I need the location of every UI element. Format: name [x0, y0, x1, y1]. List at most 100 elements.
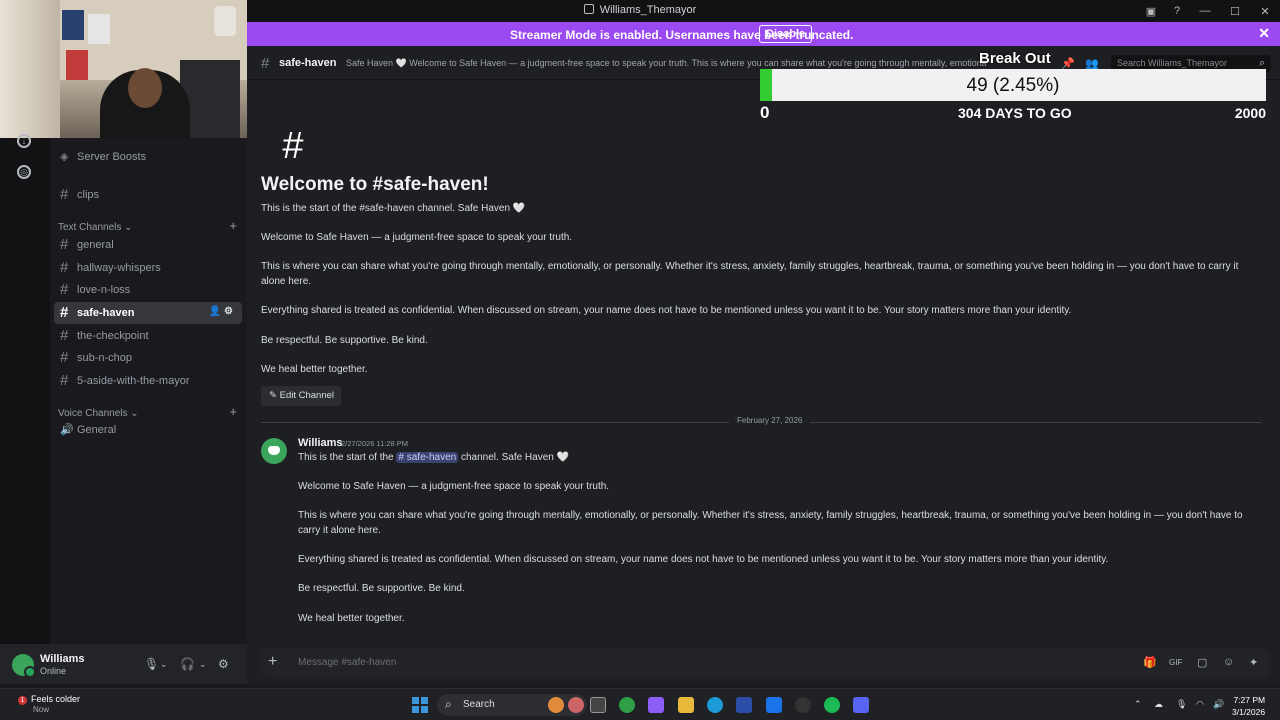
- task-view-icon[interactable]: [590, 697, 606, 713]
- voice-channels-category[interactable]: Voice Channels ⌄: [58, 408, 139, 419]
- channel-item-sub-n-chop[interactable]: # sub-n-chop: [54, 347, 242, 369]
- obs-icon[interactable]: [795, 697, 811, 713]
- store-icon[interactable]: [736, 697, 752, 713]
- channel-item-safe-haven[interactable]: # safe-haven 👤⚙: [54, 302, 242, 324]
- system-clock[interactable]: 7:27 PM 3/1/2026: [1232, 694, 1265, 718]
- hash-icon: #: [60, 372, 69, 389]
- date-divider: February 27, 2026: [261, 416, 1261, 425]
- weather-widget[interactable]: 1 Feels colder Now: [18, 694, 80, 714]
- user-name: Williams: [40, 653, 85, 665]
- inbox-icon[interactable]: ▣: [1138, 5, 1164, 18]
- maximize-button[interactable]: ☐: [1220, 5, 1250, 18]
- avatar[interactable]: [12, 654, 36, 678]
- goal-max: 2000: [1234, 105, 1266, 121]
- server-boosts-item[interactable]: ◈ Server Boosts: [54, 146, 242, 168]
- stream-goal-overlay: Break Out 49 (2.45%) 0 304 DAYS TO GO 20…: [760, 50, 1270, 122]
- wifi-icon[interactable]: ◠: [1196, 699, 1204, 710]
- add-voice-channel-button[interactable]: +: [229, 404, 237, 419]
- channel-mention[interactable]: # safe-haven: [396, 452, 459, 463]
- goal-min: 0: [760, 103, 770, 122]
- voice-channel-general[interactable]: 🔊 General: [54, 419, 242, 441]
- edit-channel-button[interactable]: ✎ Edit Channel: [261, 386, 341, 406]
- sticker-icon[interactable]: ▢: [1197, 656, 1207, 669]
- channel-item-hallway-whispers[interactable]: # hallway-whispers: [54, 257, 242, 279]
- chevron-up-icon[interactable]: ⌃: [1134, 699, 1142, 710]
- streamer-mode-banner: Streamer Mode is enabled. Usernames have…: [247, 22, 1280, 46]
- emoji-icon[interactable]: ☺: [1223, 656, 1234, 668]
- apps-icon[interactable]: ✦: [1249, 656, 1258, 669]
- message-paragraph: We heal better together.: [298, 613, 405, 624]
- close-icon[interactable]: ✕: [1258, 25, 1270, 42]
- alert-icon: 1: [18, 696, 27, 705]
- close-window-button[interactable]: ✕: [1250, 5, 1280, 18]
- download-icon[interactable]: ↓: [17, 134, 31, 148]
- user-status: Online: [40, 666, 67, 676]
- add-attachment-icon[interactable]: +: [268, 653, 277, 671]
- widget-app-icon[interactable]: [568, 697, 584, 713]
- hash-icon: #: [60, 259, 69, 276]
- discover-icon[interactable]: ◎: [17, 165, 31, 179]
- hash-icon: #: [60, 349, 69, 366]
- message-paragraph: Be respectful. Be supportive. Be kind.: [298, 583, 465, 594]
- minimize-button[interactable]: —: [1190, 5, 1220, 17]
- channel-hash-icon: #: [282, 125, 304, 167]
- widget-app-icon[interactable]: [548, 697, 564, 713]
- pencil-icon: ✎: [269, 390, 280, 401]
- webcam-feed: [0, 0, 247, 138]
- hash-icon: #: [60, 304, 69, 321]
- disable-streamer-mode-button[interactable]: Disable: [759, 25, 813, 43]
- channel-item-5-aside-with-the-mayor[interactable]: # 5-aside-with-the-mayor: [54, 370, 242, 392]
- discord-icon[interactable]: [853, 697, 869, 713]
- goal-days-remaining: 304 DAYS TO GO: [958, 105, 1072, 121]
- add-text-channel-button[interactable]: +: [229, 218, 237, 233]
- welcome-title: Welcome to #safe-haven!: [261, 174, 489, 195]
- taskbar-search[interactable]: Search: [437, 694, 587, 716]
- volume-icon[interactable]: 🔊: [1213, 699, 1224, 710]
- user-panel: Williams Online 🎙 ⌄ 🎧 ⌄ ⚙: [0, 644, 247, 684]
- copilot-icon[interactable]: [648, 697, 664, 713]
- gif-icon[interactable]: GIF: [1169, 658, 1182, 667]
- chrome-icon[interactable]: [619, 697, 635, 713]
- message-input[interactable]: Message #safe-haven: [298, 657, 396, 668]
- server-rail: ↓ ◎: [0, 134, 50, 644]
- boost-icon: ◈: [60, 151, 69, 163]
- channel-name: safe-haven: [279, 57, 337, 69]
- channel-item-the-checkpoint[interactable]: # the-checkpoint: [54, 325, 242, 347]
- message-composer[interactable]: + Message #safe-haven 🎁 GIF ▢ ☺ ✦: [261, 649, 1269, 677]
- channel-item-love-n-loss[interactable]: # love-n-loss: [54, 279, 242, 301]
- chevron-down-icon[interactable]: ⌄: [160, 659, 168, 670]
- edge-icon[interactable]: [707, 697, 723, 713]
- message-author[interactable]: Williams: [298, 437, 343, 449]
- welcome-paragraph: Everything shared is treated as confiden…: [261, 305, 1072, 316]
- app-icon: [583, 4, 594, 14]
- mail-icon[interactable]: [766, 697, 782, 713]
- spotify-icon[interactable]: [824, 697, 840, 713]
- hash-icon: #: [60, 236, 69, 253]
- hash-icon: #: [60, 281, 69, 298]
- channel-item-clips[interactable]: # clips: [54, 184, 242, 206]
- settings-gear-icon[interactable]: ⚙: [218, 657, 229, 671]
- welcome-paragraph: Welcome to Safe Haven — a judgment-free …: [261, 232, 573, 243]
- chevron-down-icon[interactable]: ⌄: [199, 659, 207, 670]
- headphones-icon[interactable]: 🎧: [180, 657, 195, 671]
- start-button[interactable]: [412, 697, 428, 713]
- channel-item-general[interactable]: # general: [54, 234, 242, 256]
- channel-sidebar: ◈ Server Boosts # clips Text Channels ⌄ …: [50, 138, 247, 644]
- goal-progress-bar: 49 (2.45%): [760, 69, 1266, 101]
- message-line: This is the start of the # safe-haven ch…: [298, 452, 570, 463]
- invite-icon[interactable]: 👤: [209, 306, 224, 317]
- file-explorer-icon[interactable]: [678, 697, 694, 713]
- welcome-paragraph: Be respectful. Be supportive. Be kind.: [261, 335, 428, 346]
- message-avatar[interactable]: [261, 438, 287, 464]
- message-timestamp: 2/27/2026 11:28 PM: [341, 439, 408, 448]
- hash-icon: #: [60, 327, 69, 344]
- microphone-icon[interactable]: 🎙: [1176, 699, 1187, 710]
- gift-icon[interactable]: 🎁: [1143, 656, 1157, 669]
- network-icon[interactable]: ☁: [1154, 699, 1163, 710]
- welcome-paragraph: This is the start of the #safe-haven cha…: [261, 203, 526, 214]
- gear-icon[interactable]: ⚙: [224, 306, 236, 317]
- text-channels-category[interactable]: Text Channels ⌄: [58, 222, 133, 233]
- microphone-icon[interactable]: 🎙: [144, 657, 159, 671]
- windows-taskbar: 1Feels colderNow Search ⌃ ☁ 🎙 ◠ 🔊 7:27 P…: [0, 688, 1280, 720]
- help-icon[interactable]: ?: [1164, 5, 1190, 17]
